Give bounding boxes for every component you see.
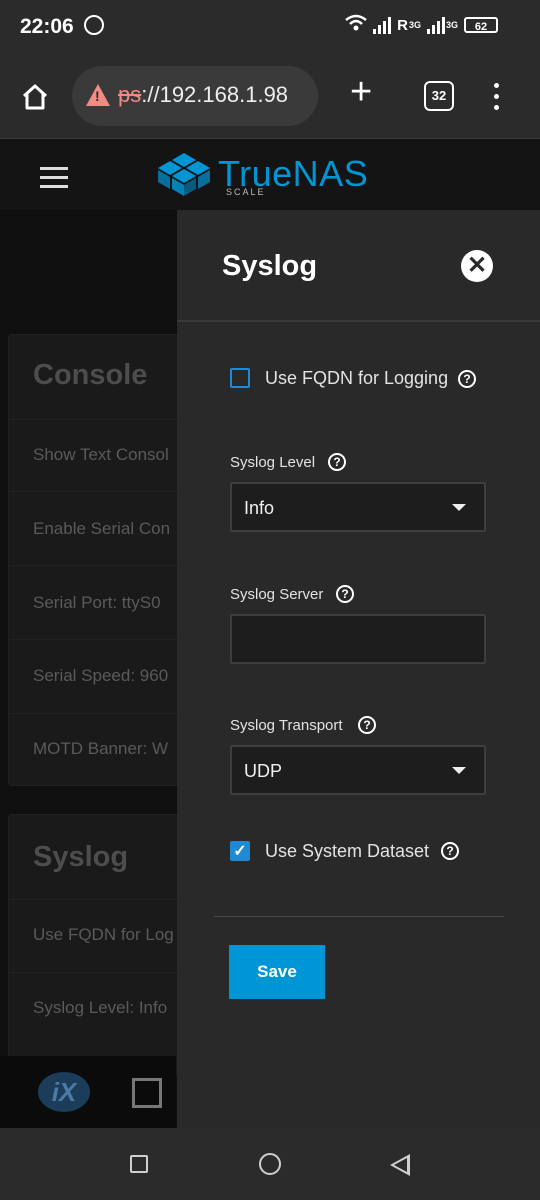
help-icon[interactable]: ? xyxy=(458,370,476,388)
browser-toolbar: ps://192.168.1.98 + 32 xyxy=(0,56,540,139)
logo-subtitle: SCALE xyxy=(226,187,266,197)
syslog-server-input[interactable] xyxy=(230,614,486,664)
roaming-label: R xyxy=(397,16,408,34)
use-system-dataset-checkbox[interactable]: ✓ xyxy=(230,841,250,861)
hamburger-menu-icon[interactable] xyxy=(40,167,68,194)
status-bar: 22:06 R 3G 3G 62 xyxy=(0,0,540,56)
console-row: Enable Serial Con xyxy=(33,519,171,538)
truenas-logo-mark-icon xyxy=(158,153,210,196)
syslog-transport-select[interactable]: UDP xyxy=(230,745,486,795)
home-nav-icon[interactable] xyxy=(259,1153,281,1175)
console-row: Serial Port: ttyS0 xyxy=(33,593,161,612)
syslog-row: Syslog Level: Info xyxy=(33,998,168,1017)
syslog-form-panel: Syslog ✕ Use FQDN for Logging ? Syslog L… xyxy=(177,210,540,1128)
console-card-title: Console xyxy=(33,359,148,391)
use-fqdn-checkbox[interactable] xyxy=(230,368,250,388)
syslog-level-label: Syslog Level xyxy=(230,454,316,471)
console-row: Serial Speed: 960 xyxy=(33,666,169,685)
wifi-icon xyxy=(345,14,367,36)
network-type-b: 3G xyxy=(445,20,458,30)
home-icon[interactable] xyxy=(20,82,50,117)
help-icon[interactable]: ? xyxy=(328,453,346,471)
use-fqdn-label: Use FQDN for Logging xyxy=(265,368,449,388)
dropdown-arrow-icon xyxy=(452,767,466,774)
ix-logo: iX xyxy=(38,1072,90,1112)
console-row: MOTD Banner: W xyxy=(33,739,169,758)
status-icons: R 3G 3G 62 xyxy=(345,14,498,36)
new-tab-icon[interactable]: + xyxy=(350,72,372,112)
syslog-card-title: Syslog xyxy=(33,841,129,873)
console-row: Show Text Consol xyxy=(33,445,169,464)
truenas-logo[interactable]: TrueNAS SCALE xyxy=(152,151,372,199)
address-bar[interactable]: ps://192.168.1.98 xyxy=(72,66,318,126)
panel-title: Syslog xyxy=(222,250,318,282)
syslog-transport-label: Syslog Transport xyxy=(230,717,343,734)
close-icon[interactable]: ✕ xyxy=(461,250,493,282)
not-secure-warning-icon[interactable] xyxy=(86,84,110,106)
dropdown-arrow-icon xyxy=(452,504,466,511)
truecommand-icon xyxy=(132,1078,162,1108)
app-header: TrueNAS SCALE xyxy=(0,139,540,210)
syslog-server-label: Syslog Server xyxy=(230,586,324,603)
more-menu-icon[interactable] xyxy=(494,83,500,116)
help-icon[interactable]: ? xyxy=(441,842,459,860)
save-button[interactable]: Save xyxy=(229,945,325,999)
signal-icon xyxy=(373,16,392,34)
whatsapp-icon xyxy=(84,15,104,35)
status-time: 22:06 xyxy=(20,15,74,38)
back-icon[interactable] xyxy=(390,1154,410,1176)
syslog-level-select[interactable]: Info xyxy=(230,482,486,532)
help-icon[interactable]: ? xyxy=(336,585,354,603)
divider xyxy=(214,916,504,917)
syslog-level-value: Info xyxy=(244,498,275,518)
syslog-row: Use FQDN for Log xyxy=(33,925,174,944)
tab-count-button[interactable]: 32 xyxy=(424,81,454,111)
recents-icon[interactable] xyxy=(130,1155,148,1173)
signal-icon-2 xyxy=(426,16,445,34)
divider xyxy=(177,320,540,322)
url-text[interactable]: ps://192.168.1.98 xyxy=(118,82,288,108)
use-system-dataset-label: Use System Dataset xyxy=(265,841,430,861)
battery-icon: 62 xyxy=(464,17,498,33)
help-icon[interactable]: ? xyxy=(358,716,376,734)
network-type-a: 3G xyxy=(408,20,421,30)
syslog-transport-value: UDP xyxy=(244,761,283,781)
system-nav-bar xyxy=(0,1128,540,1200)
